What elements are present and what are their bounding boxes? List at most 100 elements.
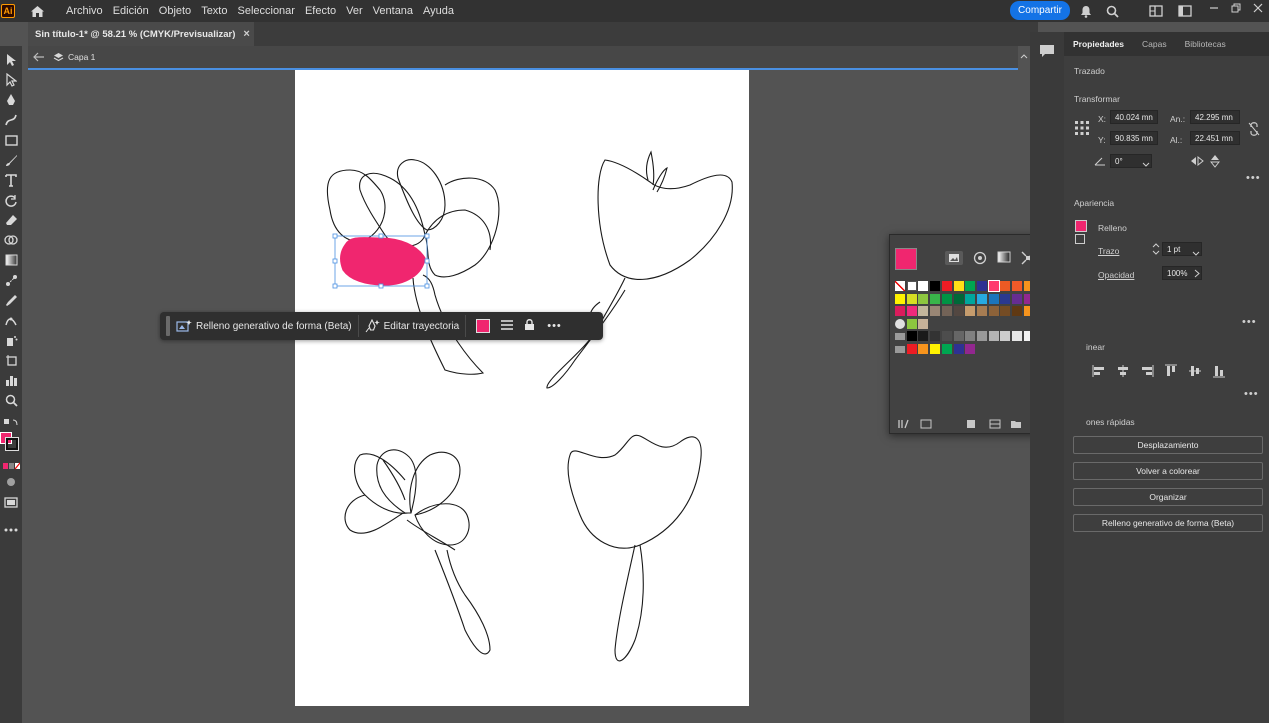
minimize-icon[interactable] bbox=[1206, 0, 1222, 16]
color-swatch[interactable] bbox=[953, 306, 964, 316]
color-swatch[interactable] bbox=[1012, 331, 1022, 341]
color-swatch[interactable] bbox=[976, 293, 987, 304]
arrange-button[interactable]: Organizar bbox=[1073, 488, 1263, 506]
opacity-label[interactable]: Opacidad bbox=[1098, 270, 1134, 280]
color-swatch[interactable] bbox=[953, 293, 964, 304]
column-graph-tool-icon[interactable] bbox=[2, 372, 20, 388]
shape-builder-tool-icon[interactable] bbox=[2, 232, 20, 248]
menu-objeto[interactable]: Objeto bbox=[154, 5, 196, 17]
generative-fill-quick-button[interactable]: Relleno generativo de forma (Beta) bbox=[1073, 514, 1263, 532]
color-swatch[interactable] bbox=[976, 306, 987, 316]
color-swatch[interactable] bbox=[930, 281, 941, 291]
color-swatch[interactable] bbox=[941, 306, 952, 316]
swatches-view-icon[interactable] bbox=[945, 251, 963, 265]
color-group-icon[interactable] bbox=[989, 419, 1001, 432]
type-tool-icon[interactable] bbox=[2, 172, 20, 188]
tab-capas[interactable]: Capas bbox=[1133, 39, 1176, 49]
workspace-icon[interactable] bbox=[1148, 3, 1164, 19]
color-swatch[interactable] bbox=[895, 281, 905, 291]
artboard-tool-icon[interactable] bbox=[2, 352, 20, 368]
comments-icon[interactable] bbox=[1039, 44, 1055, 61]
swatch-options-icon[interactable] bbox=[966, 419, 978, 432]
fill-swatch[interactable] bbox=[1075, 220, 1087, 232]
lock-icon[interactable] bbox=[524, 318, 535, 334]
color-swatch[interactable] bbox=[953, 281, 964, 291]
x-field[interactable]: 40.024 mn bbox=[1110, 110, 1158, 124]
back-arrow-icon[interactable] bbox=[33, 52, 45, 62]
color-swatch[interactable] bbox=[1012, 306, 1022, 316]
transform-more-icon[interactable]: ••• bbox=[1246, 172, 1261, 184]
color-swatch[interactable] bbox=[1000, 281, 1011, 291]
color-swatch[interactable] bbox=[895, 293, 905, 304]
color-swatch[interactable] bbox=[987, 280, 1000, 292]
color-swatch[interactable] bbox=[930, 306, 941, 316]
eyedropper-tool-icon[interactable] bbox=[2, 292, 20, 308]
close-icon[interactable] bbox=[1250, 0, 1266, 16]
curvature-tool-icon[interactable] bbox=[2, 112, 20, 128]
zoom-tool-icon[interactable] bbox=[2, 392, 20, 408]
gradient-swatch-icon[interactable] bbox=[997, 251, 1011, 266]
color-swatch[interactable] bbox=[895, 345, 905, 353]
color-swatch[interactable] bbox=[988, 331, 999, 341]
color-swatch[interactable] bbox=[965, 343, 976, 354]
color-swatch[interactable] bbox=[941, 281, 952, 291]
width-field[interactable]: 42.295 mn bbox=[1190, 110, 1240, 124]
color-swatch[interactable] bbox=[965, 281, 976, 291]
restore-icon[interactable] bbox=[1228, 0, 1244, 16]
align-more-icon[interactable]: ••• bbox=[1244, 388, 1259, 400]
artboard[interactable] bbox=[295, 70, 749, 706]
color-swatch[interactable] bbox=[1012, 281, 1022, 291]
new-color-group-icon[interactable] bbox=[1010, 419, 1022, 432]
swap-colors-icon[interactable] bbox=[2, 414, 20, 430]
color-swatch[interactable] bbox=[941, 293, 952, 304]
color-swatch[interactable] bbox=[918, 318, 929, 329]
eraser-tool-icon[interactable] bbox=[2, 212, 20, 228]
color-swatch[interactable] bbox=[918, 306, 929, 316]
color-swatch[interactable] bbox=[906, 293, 917, 304]
stroke-dropdown-icon[interactable] bbox=[1192, 247, 1200, 259]
blend-tool-icon[interactable] bbox=[2, 272, 20, 288]
gradient-tool-icon[interactable] bbox=[2, 252, 20, 268]
color-swatch[interactable] bbox=[895, 306, 905, 316]
rotate-tool-icon[interactable] bbox=[2, 192, 20, 208]
color-swatch[interactable] bbox=[895, 333, 905, 340]
y-field[interactable]: 90.835 mn bbox=[1110, 131, 1158, 145]
color-swatch[interactable] bbox=[1000, 293, 1011, 304]
color-swatch[interactable] bbox=[965, 331, 976, 341]
appearance-more-icon[interactable]: ••• bbox=[1242, 316, 1257, 328]
color-swatch[interactable] bbox=[988, 306, 999, 316]
menu-seleccionar[interactable]: Seleccionar bbox=[232, 5, 299, 17]
menu-texto[interactable]: Texto bbox=[196, 5, 232, 17]
color-swatch[interactable] bbox=[1000, 306, 1011, 316]
menu-ayuda[interactable]: Ayuda bbox=[418, 5, 459, 17]
pen-tool-icon[interactable] bbox=[2, 92, 20, 108]
color-swatch[interactable] bbox=[918, 293, 929, 304]
color-swatch[interactable] bbox=[906, 331, 917, 341]
align-hcenter-icon[interactable] bbox=[1116, 364, 1130, 378]
flip-horizontal-icon[interactable] bbox=[1190, 155, 1204, 169]
share-button[interactable]: Compartir bbox=[1010, 1, 1070, 20]
panel-layout-icon[interactable] bbox=[1177, 3, 1193, 19]
collapse-arrow-icon[interactable] bbox=[1020, 52, 1028, 61]
angle-dropdown-icon[interactable] bbox=[1142, 158, 1150, 170]
stroke-options-icon[interactable] bbox=[500, 319, 514, 334]
recolor-button[interactable]: Volver a colorear bbox=[1073, 462, 1263, 480]
color-swatch[interactable] bbox=[930, 343, 941, 354]
more-tools-icon[interactable] bbox=[2, 522, 20, 538]
color-swatch[interactable] bbox=[906, 281, 917, 291]
menu-efecto[interactable]: Efecto bbox=[300, 5, 341, 17]
color-wheel-icon[interactable] bbox=[972, 251, 988, 268]
color-swatch[interactable] bbox=[918, 331, 929, 341]
screen-mode-icon[interactable] bbox=[2, 494, 20, 510]
color-swatch[interactable] bbox=[976, 281, 987, 291]
color-swatch[interactable] bbox=[895, 318, 905, 329]
color-swatch[interactable] bbox=[930, 293, 941, 304]
color-swatch[interactable] bbox=[906, 318, 917, 329]
layer-name[interactable]: Capa 1 bbox=[68, 52, 95, 62]
color-swatch[interactable] bbox=[976, 331, 987, 341]
flip-vertical-icon[interactable] bbox=[1209, 154, 1221, 171]
tab-bibliotecas[interactable]: Bibliotecas bbox=[1176, 39, 1235, 49]
stroke-label[interactable]: Trazo bbox=[1098, 246, 1119, 256]
color-swatch[interactable] bbox=[941, 331, 952, 341]
search-icon[interactable] bbox=[1104, 3, 1120, 19]
